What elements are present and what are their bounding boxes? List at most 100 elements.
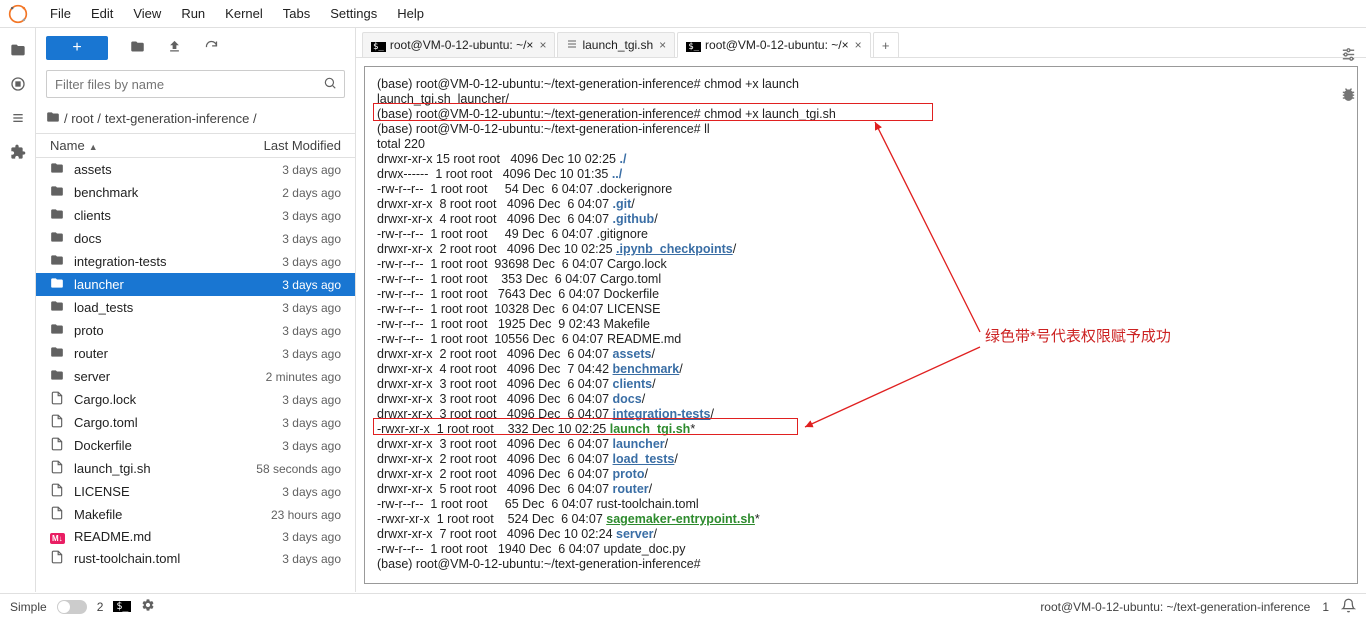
simple-toggle[interactable]	[57, 600, 87, 614]
col-modified[interactable]: Last Modified	[264, 138, 341, 153]
debug-icon[interactable]	[1340, 86, 1357, 106]
add-tab-button[interactable]: +	[873, 32, 899, 57]
file-row-launch_tgi-sh[interactable]: launch_tgi.sh58 seconds ago	[36, 457, 355, 480]
file-row-LICENSE[interactable]: LICENSE3 days ago	[36, 480, 355, 503]
file-icon	[50, 391, 68, 408]
terminal-line: -rw-r--r-- 1 root root 7643 Dec 6 04:07 …	[377, 287, 1345, 302]
file-name: router	[74, 346, 282, 361]
right-sidebar	[1330, 28, 1366, 592]
folder-icon[interactable]	[8, 40, 28, 60]
file-name: assets	[74, 162, 282, 177]
file-row-Makefile[interactable]: Makefile23 hours ago	[36, 503, 355, 526]
filter-input[interactable]	[46, 70, 345, 98]
tab-label: root@VM-0-12-ubuntu: ~/×	[705, 38, 849, 52]
running-icon[interactable]	[8, 74, 28, 94]
file-modified: 2 days ago	[282, 186, 341, 200]
terminal-line: drwxr-xr-x 3 root root 4096 Dec 6 04:07 …	[377, 437, 1345, 452]
toc-icon[interactable]	[8, 108, 28, 128]
folder-icon	[50, 345, 68, 362]
file-modified: 3 days ago	[282, 347, 341, 361]
file-row-assets[interactable]: assets3 days ago	[36, 158, 355, 181]
refresh-icon[interactable]	[204, 39, 219, 58]
status-num: 1	[1322, 600, 1329, 614]
file-row-clients[interactable]: clients3 days ago	[36, 204, 355, 227]
property-gear-icon[interactable]	[1340, 46, 1357, 66]
bell-icon[interactable]	[1341, 598, 1356, 616]
file-icon	[50, 483, 68, 500]
file-modified: 3 days ago	[282, 485, 341, 499]
tab[interactable]: $_root@VM-0-12-ubuntu: ~/××	[362, 32, 555, 57]
file-icon	[50, 550, 68, 567]
filter-container	[46, 70, 345, 98]
file-name: benchmark	[74, 185, 282, 200]
close-icon[interactable]: ×	[539, 38, 546, 52]
file-modified: 2 minutes ago	[266, 370, 341, 384]
terminal-line: drwxr-xr-x 3 root root 4096 Dec 6 04:07 …	[377, 392, 1345, 407]
md-icon: M↓	[50, 529, 68, 544]
terminal-line: -rw-r--r-- 1 root root 54 Dec 6 04:07 .d…	[377, 182, 1345, 197]
terminal-status-icon[interactable]: $_	[113, 601, 131, 612]
file-name: launch_tgi.sh	[74, 461, 256, 476]
file-row-Cargo-lock[interactable]: Cargo.lock3 days ago	[36, 388, 355, 411]
file-name: launcher	[74, 277, 282, 292]
folder-icon	[50, 230, 68, 247]
terminal-line: -rw-r--r-- 1 root root 93698 Dec 6 04:07…	[377, 257, 1345, 272]
terminal-line: -rw-r--r-- 1 root root 10328 Dec 6 04:07…	[377, 302, 1345, 317]
menu-settings[interactable]: Settings	[320, 2, 387, 25]
file-list[interactable]: assets3 days agobenchmark2 days agoclien…	[36, 158, 355, 586]
breadcrumb[interactable]: / root / text-generation-inference /	[36, 104, 355, 133]
folder-icon	[50, 161, 68, 178]
file-row-launcher[interactable]: launcher3 days ago	[36, 273, 355, 296]
col-name[interactable]: Name▲	[50, 138, 98, 153]
tab-label: launch_tgi.sh	[582, 38, 653, 52]
file-row-load_tests[interactable]: load_tests3 days ago	[36, 296, 355, 319]
close-icon[interactable]: ×	[659, 38, 666, 52]
activity-bar	[0, 28, 36, 592]
file-row-proto[interactable]: proto3 days ago	[36, 319, 355, 342]
menu-view[interactable]: View	[123, 2, 171, 25]
menu-tabs[interactable]: Tabs	[273, 2, 320, 25]
file-modified: 3 days ago	[282, 301, 341, 315]
breadcrumb-root[interactable]: / root /	[64, 111, 101, 126]
terminal-line: -rw-r--r-- 1 root root 65 Dec 6 04:07 ru…	[377, 497, 1345, 512]
extension-icon[interactable]	[8, 142, 28, 162]
file-modified: 3 days ago	[282, 232, 341, 246]
sort-icon: ▲	[89, 142, 98, 152]
terminal-line: drwxr-xr-x 2 root root 4096 Dec 6 04:07 …	[377, 452, 1345, 467]
upload-icon[interactable]	[167, 39, 182, 58]
file-row-README-md[interactable]: M↓README.md3 days ago	[36, 526, 355, 547]
terminal-line: total 220	[377, 137, 1345, 152]
folder-icon	[50, 276, 68, 293]
file-row-server[interactable]: server2 minutes ago	[36, 365, 355, 388]
file-modified: 3 days ago	[282, 416, 341, 430]
menubar: FileEditViewRunKernelTabsSettingsHelp	[0, 0, 1366, 28]
file-name: docs	[74, 231, 282, 246]
tab[interactable]: $_root@VM-0-12-ubuntu: ~/××	[677, 32, 870, 58]
menu-run[interactable]: Run	[171, 2, 215, 25]
file-name: Cargo.toml	[74, 415, 282, 430]
file-row-docs[interactable]: docs3 days ago	[36, 227, 355, 250]
file-modified: 23 hours ago	[271, 508, 341, 522]
file-modified: 3 days ago	[282, 255, 341, 269]
terminal[interactable]: (base) root@VM-0-12-ubuntu:~/text-genera…	[364, 66, 1358, 584]
menu-help[interactable]: Help	[387, 2, 434, 25]
file-row-router[interactable]: router3 days ago	[36, 342, 355, 365]
menu-kernel[interactable]: Kernel	[215, 2, 273, 25]
file-row-Cargo-toml[interactable]: Cargo.toml3 days ago	[36, 411, 355, 434]
file-row-integration-tests[interactable]: integration-tests3 days ago	[36, 250, 355, 273]
tab[interactable]: launch_tgi.sh ×	[557, 32, 675, 57]
terminal-line: -rw-r--r-- 1 root root 353 Dec 6 04:07 C…	[377, 272, 1345, 287]
file-name: integration-tests	[74, 254, 282, 269]
terminal-line: drwxr-xr-x 3 root root 4096 Dec 6 04:07 …	[377, 377, 1345, 392]
status-gear-icon[interactable]	[141, 598, 155, 615]
menu-edit[interactable]: Edit	[81, 2, 123, 25]
breadcrumb-path[interactable]: text-generation-inference /	[105, 111, 257, 126]
new-launcher-button[interactable]: +	[46, 36, 108, 60]
close-icon[interactable]: ×	[855, 38, 862, 52]
file-row-benchmark[interactable]: benchmark2 days ago	[36, 181, 355, 204]
menu-file[interactable]: File	[40, 2, 81, 25]
file-row-rust-toolchain-toml[interactable]: rust-toolchain.toml3 days ago	[36, 547, 355, 570]
file-row-Dockerfile[interactable]: Dockerfile3 days ago	[36, 434, 355, 457]
tab-bar: $_root@VM-0-12-ubuntu: ~/××launch_tgi.sh…	[356, 28, 1366, 58]
new-folder-icon[interactable]	[130, 39, 145, 58]
